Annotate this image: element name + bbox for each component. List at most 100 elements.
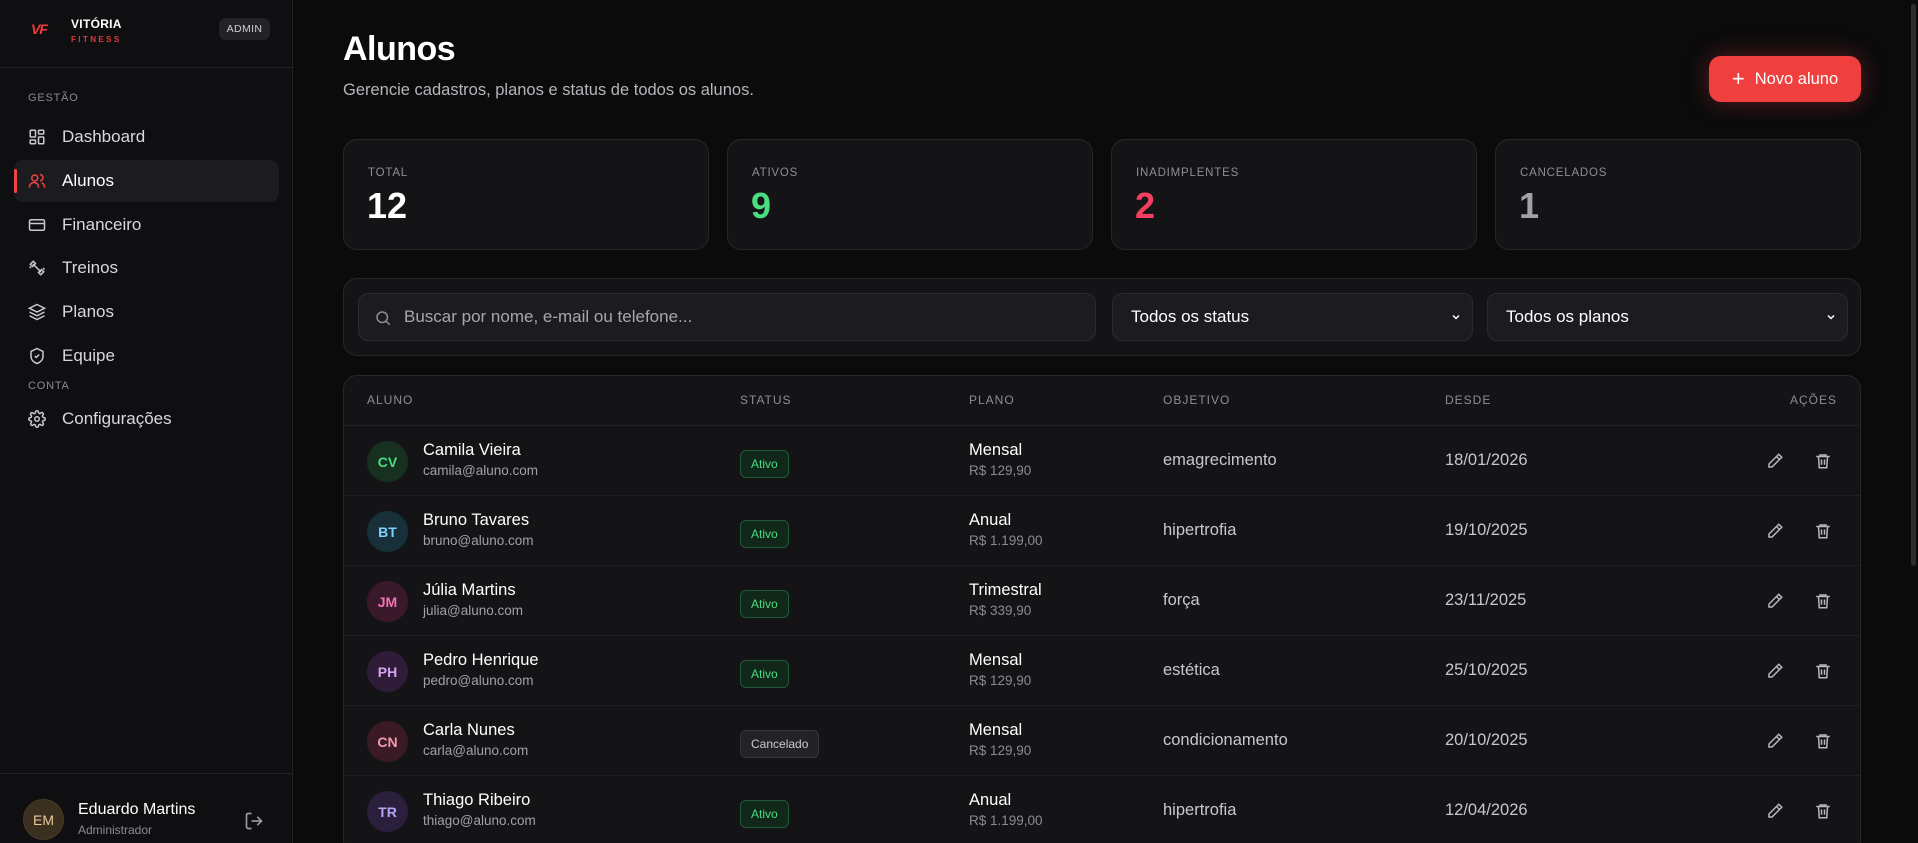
- sidebar-item-label: Treinos: [62, 258, 119, 277]
- stat-card-cancelados: CANCELADOS 1: [1495, 139, 1861, 250]
- trash-icon[interactable]: [1814, 452, 1832, 470]
- edit-icon[interactable]: [1766, 802, 1784, 820]
- students-table: ALUNO STATUS PLANO OBJETIVO DESDE AÇÕES …: [343, 375, 1861, 843]
- student-email: pedro@aluno.com: [423, 673, 534, 688]
- plan-price: R$ 129,90: [969, 743, 1032, 758]
- sidebar-item-label: Alunos: [62, 171, 114, 190]
- stat-card-total: TOTAL 12: [343, 139, 709, 250]
- student-email: carla@aluno.com: [423, 743, 529, 758]
- layers-icon: [28, 303, 46, 321]
- student-goal: hipertrofia: [1163, 521, 1237, 539]
- status-filter-value: Todos os status: [1131, 307, 1250, 326]
- plan-name: Mensal: [969, 441, 1023, 459]
- stat-label: TOTAL: [368, 167, 408, 179]
- plan-price: R$ 1.199,00: [969, 813, 1043, 828]
- logout-icon[interactable]: [244, 811, 264, 831]
- stat-label: CANCELADOS: [1520, 167, 1608, 179]
- column-header-desde[interactable]: DESDE: [1445, 393, 1491, 407]
- section-label-gestao: GESTÃO: [28, 92, 79, 104]
- filter-bar: Todos os status Todos os planos: [343, 278, 1861, 356]
- status-badge: Ativo: [740, 660, 789, 688]
- avatar: JM: [367, 581, 408, 622]
- sidebar-item-planos[interactable]: Planos: [14, 291, 279, 333]
- student-goal: força: [1163, 591, 1200, 609]
- student-goal: condicionamento: [1163, 731, 1288, 749]
- plan-price: R$ 129,90: [969, 463, 1032, 478]
- stat-card-ativos: ATIVOS 9: [727, 139, 1093, 250]
- table-row[interactable]: CN Carla Nunes carla@aluno.com Cancelado Men…: [344, 706, 1860, 776]
- stat-label: ATIVOS: [752, 167, 799, 179]
- trash-icon[interactable]: [1814, 592, 1832, 610]
- user-footer: EM Eduardo Martins Administrador: [0, 773, 293, 843]
- status-badge: Cancelado: [740, 730, 820, 758]
- status-filter-select[interactable]: Todos os status: [1112, 293, 1473, 341]
- plan-name: Mensal: [969, 651, 1023, 669]
- status-badge: Ativo: [740, 450, 789, 478]
- sidebar: VF VITÓRIA FITNESS ADMIN GESTÃO Dashboar…: [0, 0, 293, 843]
- student-name: Camila Vieira: [423, 441, 521, 459]
- sidebar-item-configuracoes[interactable]: Configurações: [14, 398, 279, 440]
- users-icon: [28, 173, 46, 188]
- sidebar-item-financeiro[interactable]: Financeiro: [14, 204, 279, 246]
- student-goal: hipertrofia: [1163, 801, 1237, 819]
- edit-icon[interactable]: [1766, 592, 1784, 610]
- plan-filter-select[interactable]: Todos os planos: [1487, 293, 1848, 341]
- status-badge: Ativo: [740, 520, 789, 548]
- table-row[interactable]: CV Camila Vieira camila@aluno.com Ativo Mens…: [344, 426, 1860, 496]
- search-input[interactable]: [404, 294, 1084, 340]
- plan-name: Trimestral: [969, 581, 1042, 599]
- student-name: Carla Nunes: [423, 721, 515, 739]
- new-student-button-label: Novo aluno: [1754, 69, 1839, 88]
- stat-label: INADIMPLENTES: [1136, 167, 1240, 179]
- new-student-button[interactable]: + Novo aluno: [1709, 56, 1861, 102]
- status-badge: Ativo: [740, 800, 789, 828]
- stat-card-inadimplentes: INADIMPLENTES 2: [1111, 139, 1477, 250]
- sidebar-item-equipe[interactable]: Equipe: [14, 335, 279, 377]
- plan-price: R$ 339,90: [969, 603, 1032, 618]
- edit-icon[interactable]: [1766, 732, 1784, 750]
- plan-name: Anual: [969, 511, 1012, 529]
- sidebar-item-label: Dashboard: [62, 127, 146, 146]
- edit-icon[interactable]: [1766, 662, 1784, 680]
- gear-icon: [28, 410, 46, 428]
- scrollbar-thumb[interactable]: [1911, 4, 1916, 566]
- trash-icon[interactable]: [1814, 732, 1832, 750]
- student-email: julia@aluno.com: [423, 603, 524, 618]
- brand-subtitle: FITNESS: [71, 35, 122, 44]
- page-subtitle: Gerencie cadastros, planos e status de t…: [343, 81, 754, 99]
- column-header-aluno[interactable]: ALUNO: [367, 393, 413, 407]
- sidebar-item-treinos[interactable]: Treinos: [14, 247, 279, 289]
- user-name: Eduardo Martins: [78, 801, 196, 818]
- column-header-objetivo[interactable]: OBJETIVO: [1163, 393, 1230, 407]
- avatar: TR: [367, 791, 408, 832]
- edit-icon[interactable]: [1766, 522, 1784, 540]
- student-email: bruno@aluno.com: [423, 533, 534, 548]
- brand-header: VF VITÓRIA FITNESS ADMIN: [0, 0, 292, 68]
- stat-value: 12: [367, 185, 408, 226]
- brand-logo[interactable]: VF: [31, 18, 53, 40]
- trash-icon[interactable]: [1814, 522, 1832, 540]
- page-title: Alunos: [343, 30, 456, 68]
- student-email: thiago@aluno.com: [423, 813, 536, 828]
- column-header-status[interactable]: STATUS: [740, 393, 792, 407]
- sidebar-item-dashboard[interactable]: Dashboard: [14, 116, 279, 158]
- table-row[interactable]: BT Bruno Tavares bruno@aluno.com Ativo Anual…: [344, 496, 1860, 566]
- table-row[interactable]: JM Júlia Martins julia@aluno.com Ativo Trime…: [344, 566, 1860, 636]
- edit-icon[interactable]: [1766, 452, 1784, 470]
- member-since: 19/10/2025: [1445, 521, 1528, 539]
- stat-value: 2: [1135, 185, 1156, 226]
- table-row[interactable]: TR Thiago Ribeiro thiago@aluno.com Ativo Anu…: [344, 776, 1860, 843]
- table-row[interactable]: PH Pedro Henrique pedro@aluno.com Ativo Mens…: [344, 636, 1860, 706]
- avatar[interactable]: EM: [23, 799, 64, 840]
- student-name: Pedro Henrique: [423, 651, 539, 669]
- plan-filter-value: Todos os planos: [1506, 307, 1629, 326]
- student-email: camila@aluno.com: [423, 463, 539, 478]
- column-header-plano[interactable]: PLANO: [969, 393, 1015, 407]
- trash-icon[interactable]: [1814, 802, 1832, 820]
- member-since: 18/01/2026: [1445, 451, 1528, 469]
- column-header-acoes: AÇÕES: [1790, 393, 1838, 407]
- admin-badge: ADMIN: [219, 18, 270, 40]
- trash-icon[interactable]: [1814, 662, 1832, 680]
- sidebar-item-alunos[interactable]: Alunos: [14, 160, 279, 202]
- avatar: BT: [367, 511, 408, 552]
